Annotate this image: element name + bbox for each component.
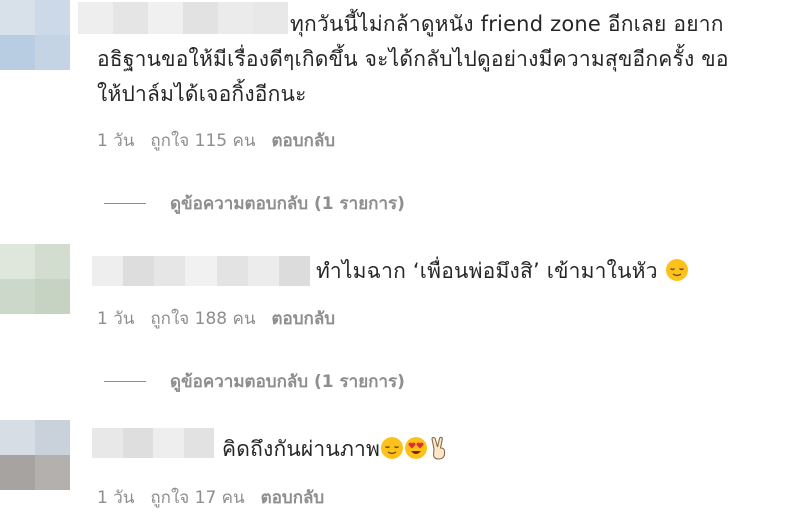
divider-line — [104, 381, 146, 382]
comment-text: ให้ปาล์มได้เจอกิ้งอีกนะ — [97, 82, 307, 106]
blurred-username[interactable] — [78, 2, 288, 34]
view-replies-button[interactable]: ดูข้อความตอบกลับ (1 รายการ) — [104, 190, 405, 217]
comment-meta: 1 วัน ถูกใจ 17 คน ตอบกลับ — [97, 484, 324, 511]
relieved-face-icon — [665, 259, 688, 281]
likes-count[interactable]: ถูกใจ 17 คน — [150, 484, 244, 511]
likes-count[interactable]: ถูกใจ 188 คน — [150, 305, 255, 332]
view-replies-label: ดูข้อความตอบกลับ (1 รายการ) — [170, 372, 405, 392]
blurred-username[interactable] — [92, 428, 214, 458]
avatar[interactable] — [0, 0, 70, 70]
reply-button[interactable]: ตอบกลับ — [261, 484, 325, 511]
comment-time[interactable]: 1 วัน — [97, 484, 134, 511]
comment-meta: 1 วัน ถูกใจ 115 คน ตอบกลับ — [97, 127, 335, 154]
comment-text: คิดถึงกันผ่านภาพ — [222, 433, 450, 466]
heart-eyes-face-icon — [405, 437, 428, 459]
victory-hand-icon — [431, 436, 446, 460]
comment-time[interactable]: 1 วัน — [97, 305, 134, 332]
view-replies-label: ดูข้อความตอบกลับ (1 รายการ) — [170, 194, 405, 214]
view-replies-button[interactable]: ดูข้อความตอบกลับ (1 รายการ) — [104, 368, 405, 395]
comment-time[interactable]: 1 วัน — [97, 127, 134, 154]
avatar[interactable] — [0, 244, 70, 314]
comment-text: ทำไมฉาก ‘เพื่อนพ่อมึงสิ’ เข้ามาในหัว — [316, 255, 689, 288]
reply-button[interactable]: ตอบกลับ — [272, 305, 336, 332]
avatar[interactable] — [0, 420, 70, 490]
blurred-username[interactable] — [92, 256, 310, 286]
relieved-face-icon — [381, 437, 404, 459]
reply-button[interactable]: ตอบกลับ — [272, 127, 336, 154]
comment-text: ทุกวันนี้ไม่กล้าดูหนัง friend zone อีกเล… — [290, 12, 724, 36]
divider-line — [104, 203, 146, 204]
comment-meta: 1 วัน ถูกใจ 188 คน ตอบกลับ — [97, 305, 335, 332]
likes-count[interactable]: ถูกใจ 115 คน — [150, 127, 255, 154]
comment-text: อธิฐานขอให้มีเรื่องดีๆเกิดขึ้น จะได้กลับ… — [97, 47, 729, 71]
